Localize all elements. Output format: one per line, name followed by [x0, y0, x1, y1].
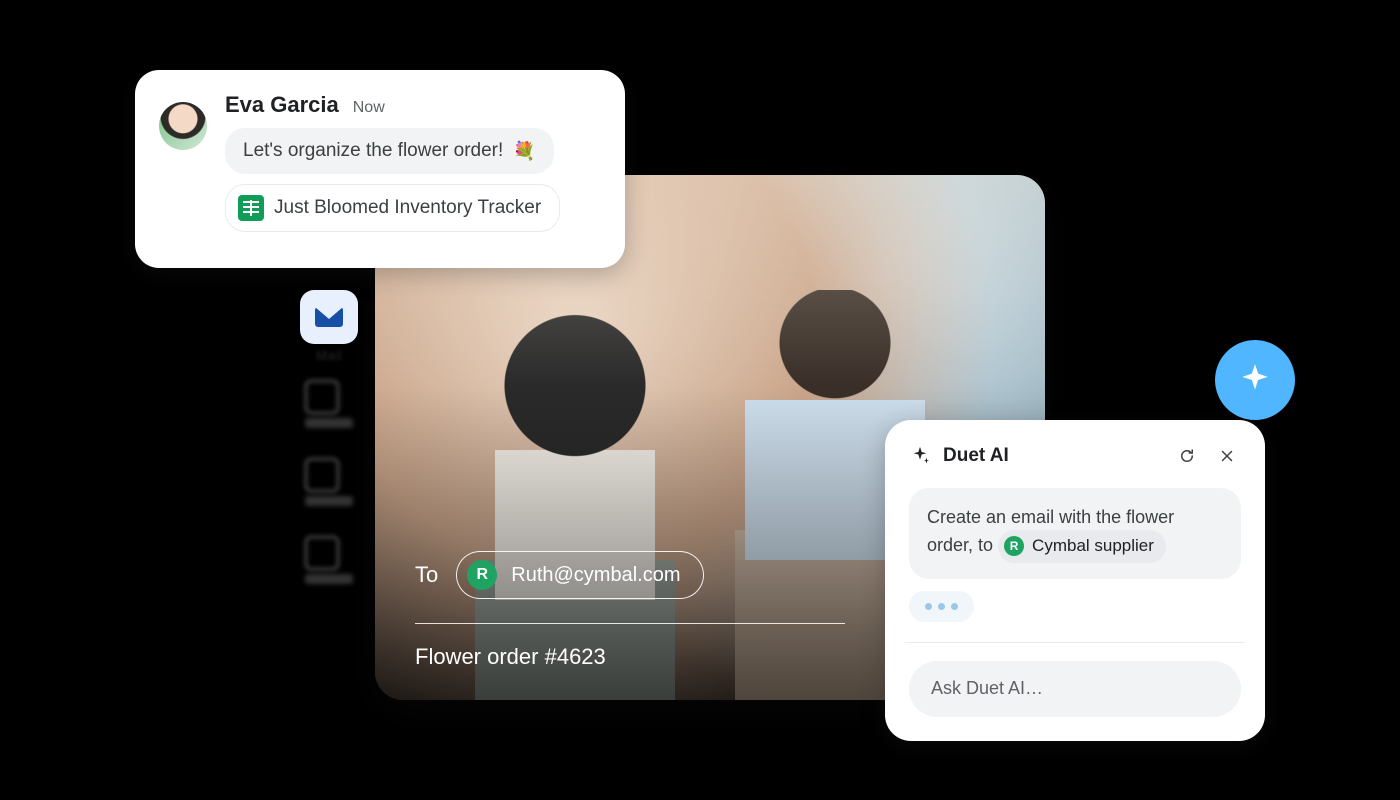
- sheets-icon: [238, 195, 264, 221]
- attachment-name: Just Bloomed Inventory Tracker: [274, 197, 541, 219]
- supplier-name: Cymbal supplier: [1032, 534, 1154, 559]
- chat-message-bubble: Let's organize the flower order! 💐: [225, 128, 554, 174]
- refresh-button[interactable]: [1173, 442, 1201, 470]
- supplier-chip[interactable]: R Cymbal supplier: [998, 530, 1166, 563]
- mail-app-label: Mail: [300, 348, 358, 363]
- recipient-address: Ruth@cymbal.com: [511, 564, 680, 587]
- duet-divider: [905, 642, 1245, 643]
- sender-avatar: [159, 102, 207, 150]
- side-rail-blurred: [305, 380, 353, 584]
- refresh-icon: [1178, 447, 1196, 465]
- sparkle-icon: [1236, 361, 1274, 399]
- close-button[interactable]: [1213, 442, 1241, 470]
- close-icon: [1218, 447, 1236, 465]
- chat-notification-card[interactable]: Eva Garcia Now Let's organize the flower…: [135, 70, 625, 268]
- sparkle-badge[interactable]: [1215, 340, 1295, 420]
- message-timestamp: Now: [353, 99, 385, 117]
- recipient-chip[interactable]: R Ruth@cymbal.com: [456, 551, 703, 599]
- recipient-avatar: R: [467, 560, 497, 590]
- bouquet-emoji: 💐: [513, 141, 535, 162]
- sparkle-icon: [909, 445, 931, 467]
- duet-user-prompt: Create an email with the flower order, t…: [909, 488, 1241, 579]
- duet-input-placeholder: Ask Duet AI…: [931, 678, 1043, 699]
- duet-title: Duet AI: [943, 445, 1161, 467]
- mail-app-icon[interactable]: [300, 290, 358, 344]
- email-to-label: To: [415, 562, 438, 588]
- email-subject[interactable]: Flower order #4623: [415, 644, 845, 670]
- chat-message-text: Let's organize the flower order!: [243, 140, 503, 162]
- email-to-row: To R Ruth@cymbal.com: [415, 551, 845, 624]
- mail-icon: [315, 307, 343, 327]
- duet-typing-indicator: [909, 591, 974, 622]
- sender-name: Eva Garcia: [225, 92, 339, 118]
- supplier-avatar: R: [1004, 536, 1024, 556]
- email-compose-overlay: To R Ruth@cymbal.com Flower order #4623: [415, 551, 845, 670]
- attachment-chip[interactable]: Just Bloomed Inventory Tracker: [225, 184, 560, 232]
- duet-input[interactable]: Ask Duet AI…: [909, 661, 1241, 717]
- duet-ai-panel: Duet AI Create an email with the flower …: [885, 420, 1265, 741]
